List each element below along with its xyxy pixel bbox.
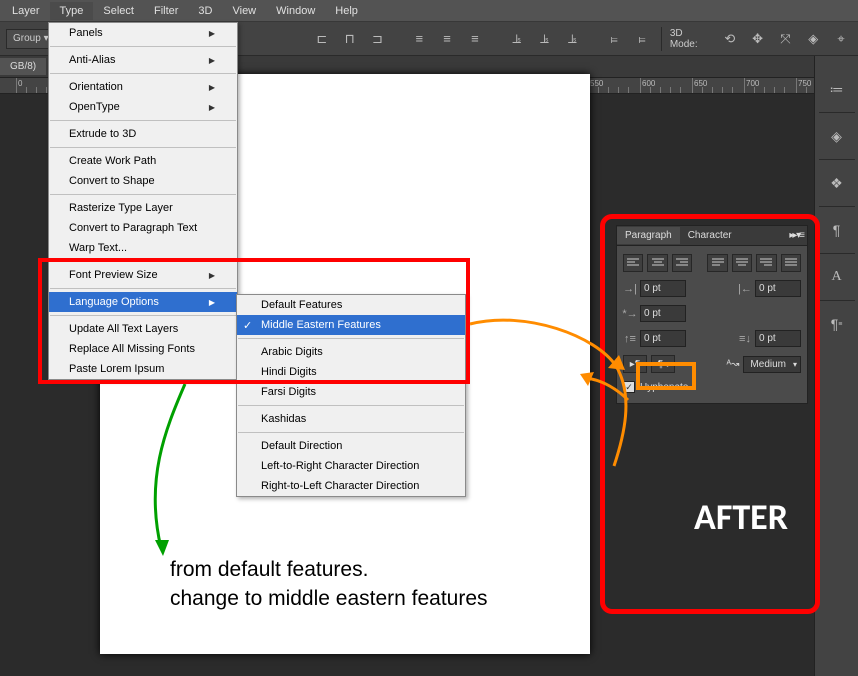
- menu-window[interactable]: Window: [266, 2, 325, 20]
- indent-right-icon: |←: [738, 282, 752, 296]
- submenu-ltr[interactable]: Left-to-Right Character Direction: [237, 456, 465, 476]
- menu-font-preview[interactable]: Font Preview Size: [49, 265, 237, 285]
- menu-convert-shape[interactable]: Convert to Shape: [49, 171, 237, 191]
- history-icon[interactable]: ≔: [821, 76, 853, 102]
- mode-label: 3D Mode:: [670, 28, 713, 50]
- menu-lorem[interactable]: Paste Lorem Ipsum: [49, 359, 237, 379]
- kinsoku-icon: ᴬ↝: [727, 359, 740, 370]
- menu-language-options[interactable]: Language Options: [49, 292, 237, 312]
- indent-right-input[interactable]: [755, 280, 801, 297]
- language-options-submenu: Default Features Middle Eastern Features…: [236, 294, 466, 497]
- menubar: Layer Type Select Filter 3D View Window …: [0, 0, 858, 22]
- space-before-input[interactable]: [640, 330, 686, 347]
- menu-antialias[interactable]: Anti-Alias: [49, 50, 237, 70]
- space-after-icon: ≡↓: [738, 332, 752, 346]
- align-icon[interactable]: ⊏: [311, 28, 333, 50]
- submenu-kashidas[interactable]: Kashidas: [237, 409, 465, 429]
- hyphenate-label: Hyphenate: [640, 382, 688, 393]
- indent-left-icon: →|: [623, 282, 637, 296]
- tab-character[interactable]: Character: [680, 227, 740, 244]
- align-center-button[interactable]: [647, 254, 667, 272]
- menu-orientation[interactable]: Orientation: [49, 77, 237, 97]
- document-tab[interactable]: GB/8): [0, 58, 46, 75]
- direction-ltr-button[interactable]: ▸¶: [623, 355, 647, 373]
- annotation-after-label: AFTER: [694, 495, 788, 539]
- menu-warp-text[interactable]: Warp Text...: [49, 238, 237, 258]
- pan-icon[interactable]: ✥: [747, 28, 769, 50]
- justify-right-button[interactable]: [756, 254, 776, 272]
- indent-left-input[interactable]: [640, 280, 686, 297]
- type-dropdown-menu: Panels Anti-Alias Orientation OpenType E…: [48, 22, 238, 380]
- submenu-middle-eastern[interactable]: Middle Eastern Features: [237, 315, 465, 335]
- panel-flyout-icon[interactable]: ▸▸ ▾≡: [785, 230, 807, 241]
- 3d-icon[interactable]: ◈: [821, 123, 853, 149]
- submenu-hindi-digits[interactable]: Hindi Digits: [237, 362, 465, 382]
- submenu-rtl[interactable]: Right-to-Left Character Direction: [237, 476, 465, 496]
- justify-all-button[interactable]: [781, 254, 801, 272]
- align-icon[interactable]: ⊐: [367, 28, 389, 50]
- distribute-icon[interactable]: ⫢: [631, 28, 653, 50]
- scale-icon[interactable]: ◈: [802, 28, 824, 50]
- annotation-text: from default features. change to middle …: [170, 555, 488, 614]
- submenu-default-features[interactable]: Default Features: [237, 295, 465, 315]
- distribute-icon[interactable]: ≡: [464, 28, 486, 50]
- panel-tabs: Paragraph Character ▸▸ ▾≡: [617, 226, 807, 246]
- align-left-button[interactable]: [623, 254, 643, 272]
- menu-extrude-3d[interactable]: Extrude to 3D: [49, 124, 237, 144]
- orbit-icon[interactable]: ⟲: [719, 28, 741, 50]
- submenu-default-direction[interactable]: Default Direction: [237, 436, 465, 456]
- menu-type[interactable]: Type: [50, 2, 94, 20]
- paragraph-icon[interactable]: ¶: [821, 217, 853, 243]
- space-after-input[interactable]: [755, 330, 801, 347]
- right-dock: ≔ ◈ ❖ ¶ A ¶≡: [814, 56, 858, 676]
- distribute-icon[interactable]: ⫡: [506, 28, 528, 50]
- menu-create-work-path[interactable]: Create Work Path: [49, 151, 237, 171]
- distribute-icon[interactable]: ⫡: [534, 28, 556, 50]
- hyphenate-checkbox[interactable]: ✓: [623, 381, 635, 393]
- submenu-arabic-digits[interactable]: Arabic Digits: [237, 342, 465, 362]
- distribute-icon[interactable]: ≡: [408, 28, 430, 50]
- indent-first-input[interactable]: [640, 305, 686, 322]
- menu-convert-paragraph[interactable]: Convert to Paragraph Text: [49, 218, 237, 238]
- justify-center-button[interactable]: [732, 254, 752, 272]
- paragraph-panel: Paragraph Character ▸▸ ▾≡ →| |← *→ ↑≡ ≡↓: [616, 225, 808, 404]
- move-icon[interactable]: ⤧: [775, 28, 797, 50]
- cam-icon[interactable]: ⌖: [830, 28, 852, 50]
- align-right-button[interactable]: [672, 254, 692, 272]
- tab-paragraph[interactable]: Paragraph: [617, 227, 680, 244]
- layers-icon[interactable]: ❖: [821, 170, 853, 196]
- space-before-icon: ↑≡: [623, 332, 637, 346]
- indent-first-icon: *→: [623, 307, 637, 321]
- menu-filter[interactable]: Filter: [144, 2, 188, 20]
- menu-update-layers[interactable]: Update All Text Layers: [49, 319, 237, 339]
- menu-opentype[interactable]: OpenType: [49, 97, 237, 117]
- character-icon[interactable]: A: [821, 264, 853, 290]
- distribute-icon[interactable]: ⫢: [603, 28, 625, 50]
- menu-replace-fonts[interactable]: Replace All Missing Fonts: [49, 339, 237, 359]
- menu-rasterize[interactable]: Rasterize Type Layer: [49, 198, 237, 218]
- menu-view[interactable]: View: [222, 2, 266, 20]
- distribute-icon[interactable]: ≡: [436, 28, 458, 50]
- distribute-icon[interactable]: ⫡: [561, 28, 583, 50]
- menu-3d[interactable]: 3D: [188, 2, 222, 20]
- submenu-farsi-digits[interactable]: Farsi Digits: [237, 382, 465, 402]
- menu-select[interactable]: Select: [93, 2, 144, 20]
- menu-help[interactable]: Help: [325, 2, 368, 20]
- kinsoku-dropdown[interactable]: Medium: [743, 356, 801, 373]
- menu-panels[interactable]: Panels: [49, 23, 237, 43]
- justify-left-button[interactable]: [707, 254, 727, 272]
- direction-rtl-button[interactable]: ¶◂: [651, 355, 675, 373]
- align-icon[interactable]: ⊓: [339, 28, 361, 50]
- menu-layer[interactable]: Layer: [2, 2, 50, 20]
- styles-icon[interactable]: ¶≡: [821, 311, 853, 337]
